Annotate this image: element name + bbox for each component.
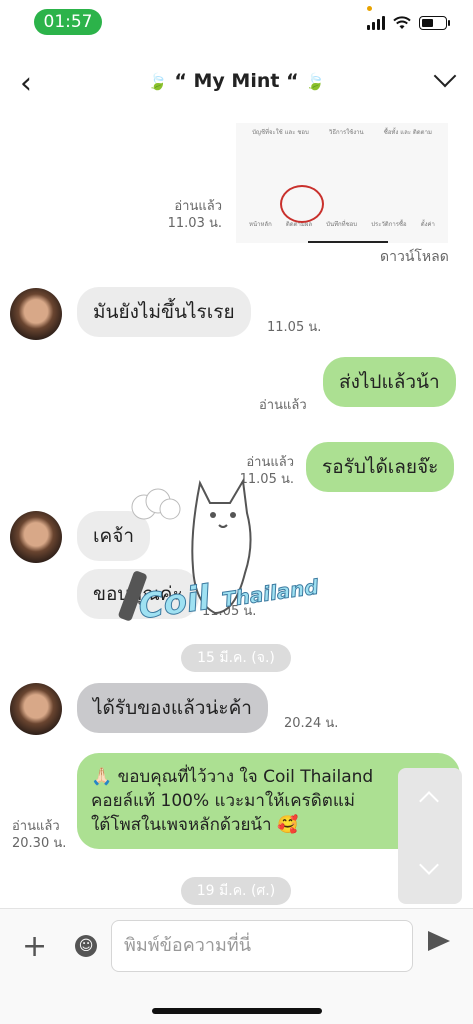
read-receipt: อ่านแล้ว 11.03 น. [167,199,222,231]
chat-header: ‹ 🍃 “ My Mint “ 🍃 [0,56,473,108]
message-line: คอยล์แท้ 100% แวะมาให้เครดิตแม่ [91,791,355,811]
red-circle-annotation [280,185,324,223]
chat-area[interactable]: บัญชีที่จะใช้ และ ชอบ วิธีการใช้งาน ซื้อ… [0,113,473,908]
download-link[interactable]: ดาวน์โหลด [380,249,449,266]
avatar[interactable] [10,511,62,563]
avatar[interactable] [10,683,62,735]
contact-name: “ My Mint “ [174,70,299,92]
sent-image[interactable]: บัญชีที่จะใช้ และ ชอบ วิธีการใช้งาน ซื้อ… [236,123,448,243]
send-icon[interactable] [428,931,450,951]
message-input-bar: + ☺ พิมพ์ข้อความที่นี่ [0,908,473,1024]
plus-icon[interactable]: + [22,929,47,964]
message-line: ใต้โพสในเพจหลักด้วยน้า 🥰 [91,815,299,835]
incoming-message[interactable]: มันยังไม่ขึ้นไรเรย [77,287,251,337]
incoming-message[interactable]: ได้รับของแล้วน่ะค้า [77,683,268,733]
emoji-icon[interactable]: ☺ [75,935,97,957]
read-receipt: อ่านแล้ว [259,398,307,413]
scroll-controls [398,768,462,904]
date-separator: 19 มี.ค. (ศ.) [181,877,291,905]
leaf-emoji: 🍃 [147,72,168,91]
scroll-down-icon[interactable] [419,855,439,875]
vape-smoke-icon [131,488,181,520]
image-tab-labels: หน้าหลัก ติดตามผล บันทึกที่ชอบ ประวัติกา… [249,221,435,228]
scroll-up-icon[interactable] [419,791,439,811]
cellular-signal-icon [367,16,385,30]
message-line: 🙏🏻 ขอบคุณที่ไว้วาง ใจ Coil Thailand [91,767,374,787]
image-top-labels: บัญชีที่จะใช้ และ ชอบ วิธีการใช้งาน ซื้อ… [252,129,432,136]
battery-icon [419,16,450,30]
home-indicator [152,1008,322,1014]
chat-title[interactable]: 🍃 “ My Mint “ 🍃 [0,70,473,92]
message-input[interactable]: พิมพ์ข้อความที่นี่ [111,920,413,972]
outgoing-message[interactable]: ส่งไปแล้วน้า [323,357,456,407]
status-time: 01:57 [34,9,102,35]
leaf-emoji: 🍃 [305,72,326,91]
privacy-indicator-icon [367,6,372,11]
image-underline [308,241,388,243]
message-time: 20.24 น. [284,716,339,731]
status-icons [367,13,450,33]
date-separator: 15 มี.ค. (จ.) [181,644,291,672]
status-bar: 01:57 [0,0,473,44]
message-time: 11.05 น. [267,320,322,335]
wifi-icon [393,16,411,29]
avatar[interactable] [10,288,62,340]
read-receipt: อ่านแล้ว 20.30 น. [12,819,67,851]
outgoing-message[interactable]: รอรับได้เลยจ๊ะ [306,442,455,492]
